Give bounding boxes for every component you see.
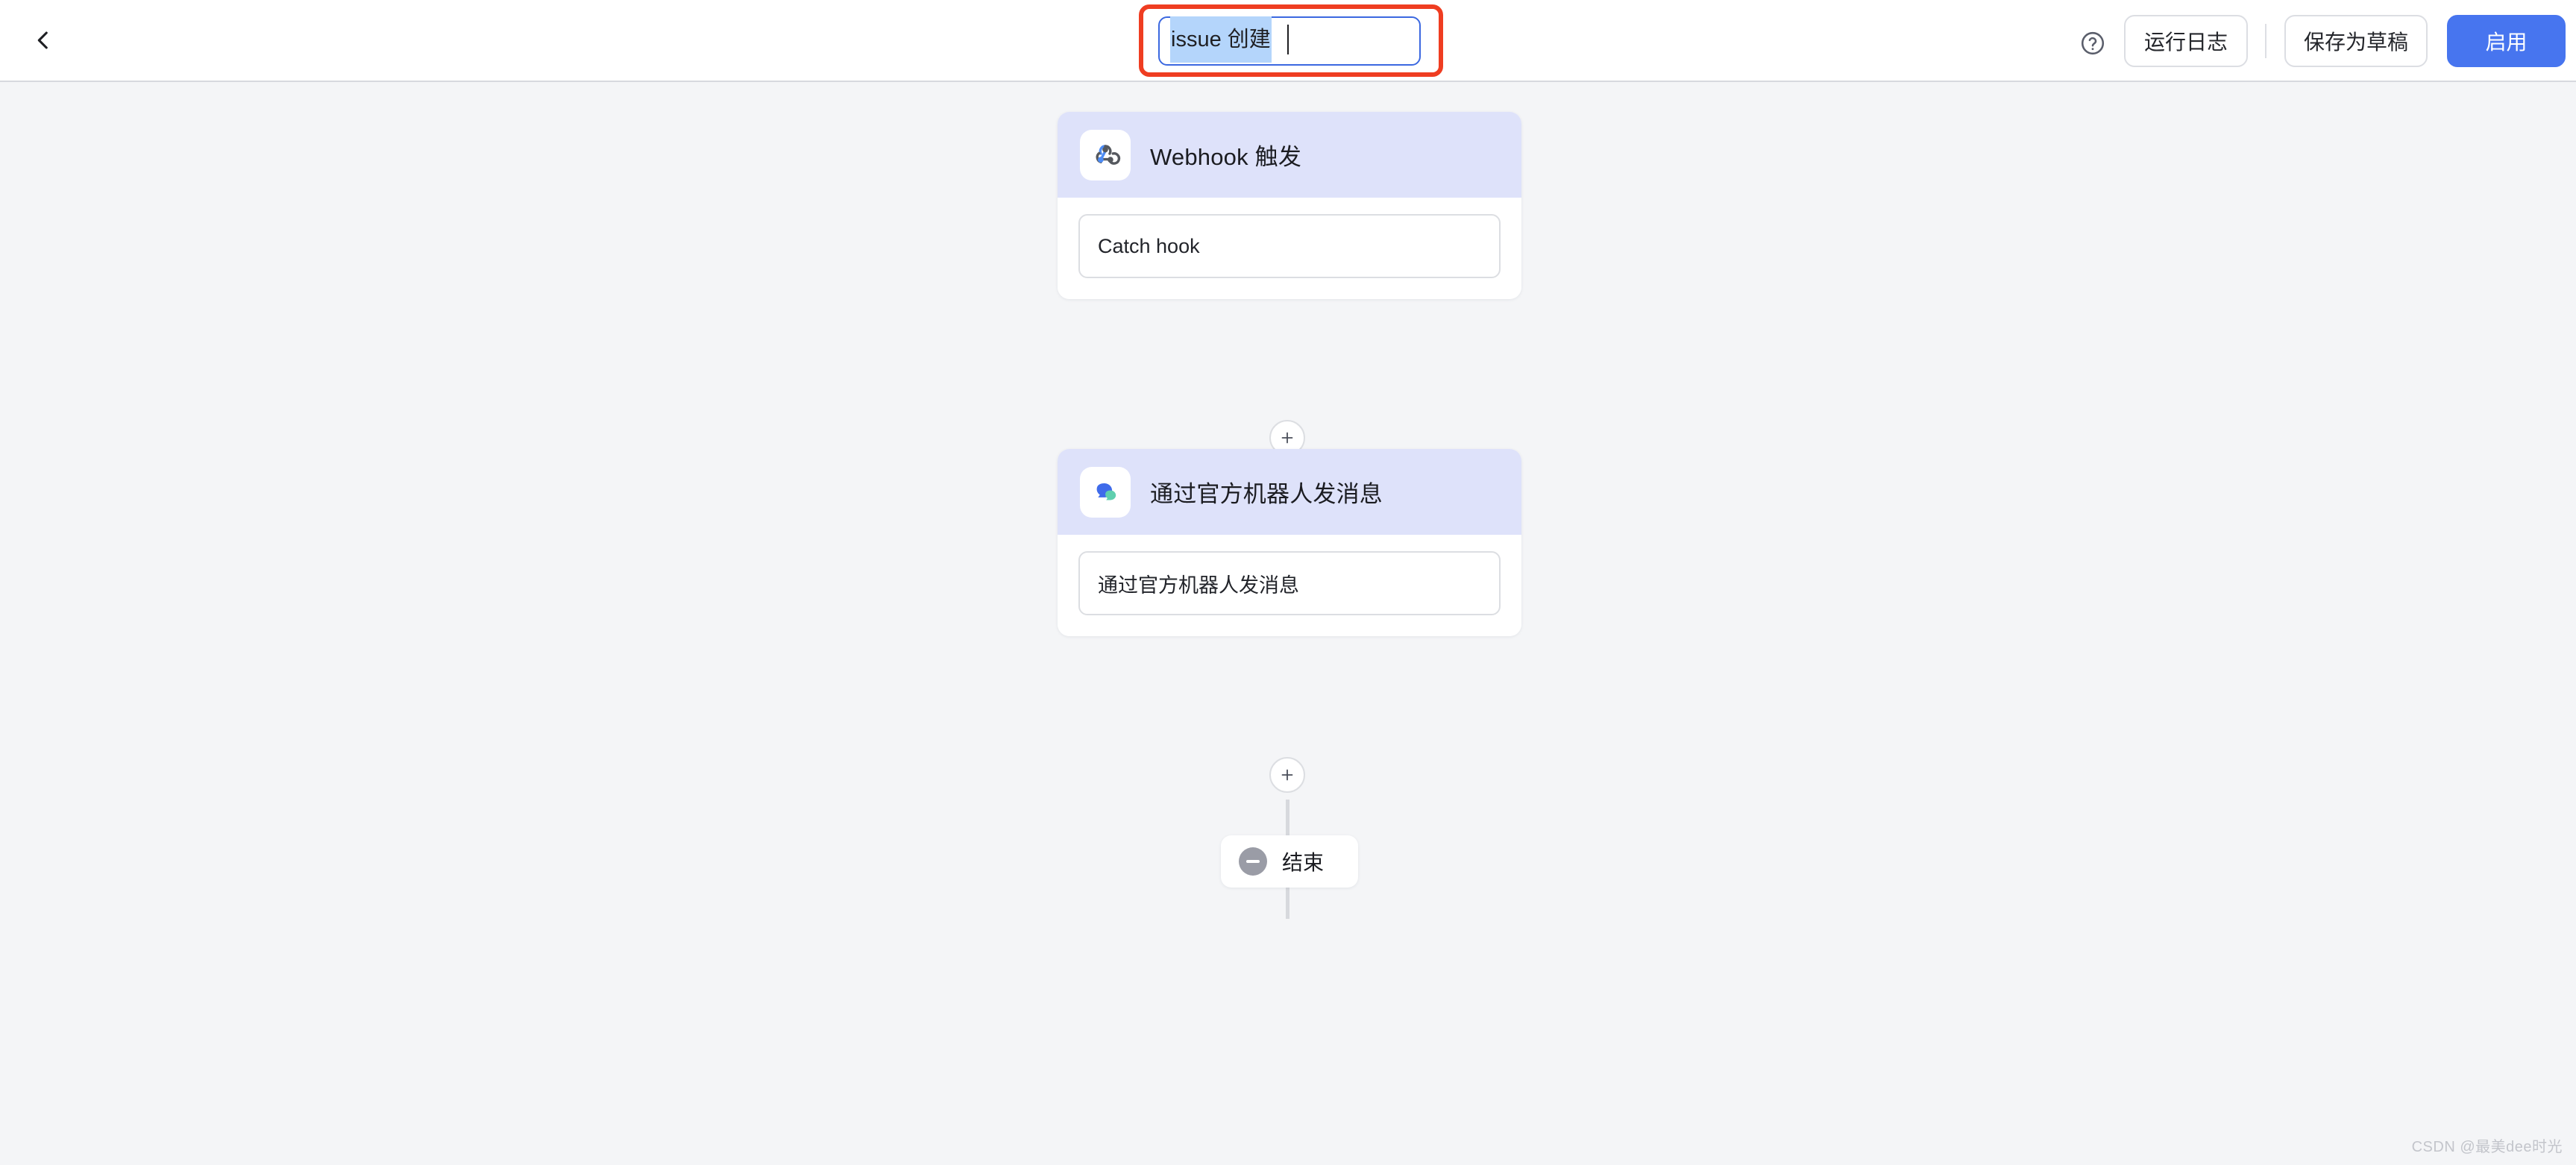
node-body: 通过官方机器人发消息 — [1058, 535, 1521, 636]
node-title: 通过官方机器人发消息 — [1150, 475, 1383, 509]
workflow-node-webhook[interactable]: Webhook 触发 Catch hook — [1058, 112, 1521, 299]
top-header-bar: issue 创建 运行日志 保存为草稿 启用 — [0, 0, 2576, 82]
save-draft-label: 保存为草稿 — [2304, 26, 2408, 56]
flow-title-value: issue 创建 — [1170, 16, 1272, 63]
chat-bubble-icon — [1080, 467, 1131, 518]
webhook-icon — [1080, 130, 1131, 180]
watermark: CSDN @最美dee时光 — [2412, 1134, 2563, 1156]
enable-label: 启用 — [2485, 26, 2527, 56]
text-caret — [1287, 25, 1289, 54]
question-circle-icon[interactable] — [2079, 30, 2106, 57]
run-log-label: 运行日志 — [2144, 26, 2228, 56]
minus-circle-icon — [1239, 847, 1267, 876]
node-title: Webhook 触发 — [1150, 138, 1301, 172]
node-header: 通过官方机器人发消息 — [1058, 449, 1521, 535]
node-body: Catch hook — [1058, 198, 1521, 299]
node-header: Webhook 触发 — [1058, 112, 1521, 198]
header-divider — [2265, 24, 2266, 58]
flow-title-field[interactable]: issue 创建 — [1158, 16, 1421, 66]
save-draft-button[interactable]: 保存为草稿 — [2284, 15, 2428, 67]
node-action-label: Catch hook — [1098, 235, 1200, 258]
workflow-node-bot-message[interactable]: 通过官方机器人发消息 通过官方机器人发消息 — [1058, 449, 1521, 636]
end-node-label: 结束 — [1282, 847, 1324, 876]
node-action-item[interactable]: 通过官方机器人发消息 — [1078, 551, 1501, 615]
add-step-button[interactable] — [1269, 757, 1305, 793]
node-action-label: 通过官方机器人发消息 — [1098, 569, 1299, 598]
back-button[interactable] — [22, 19, 64, 61]
workflow-canvas[interactable]: Webhook 触发 Catch hook 通过官方机器人发消息 — [0, 84, 2576, 1165]
workflow-end-node[interactable]: 结束 — [1221, 835, 1358, 888]
node-action-item[interactable]: Catch hook — [1078, 214, 1501, 278]
chevron-left-icon — [31, 28, 56, 53]
run-log-button[interactable]: 运行日志 — [2124, 15, 2248, 67]
enable-button[interactable]: 启用 — [2447, 15, 2566, 67]
flow-title-input[interactable]: issue 创建 — [1158, 16, 1421, 66]
